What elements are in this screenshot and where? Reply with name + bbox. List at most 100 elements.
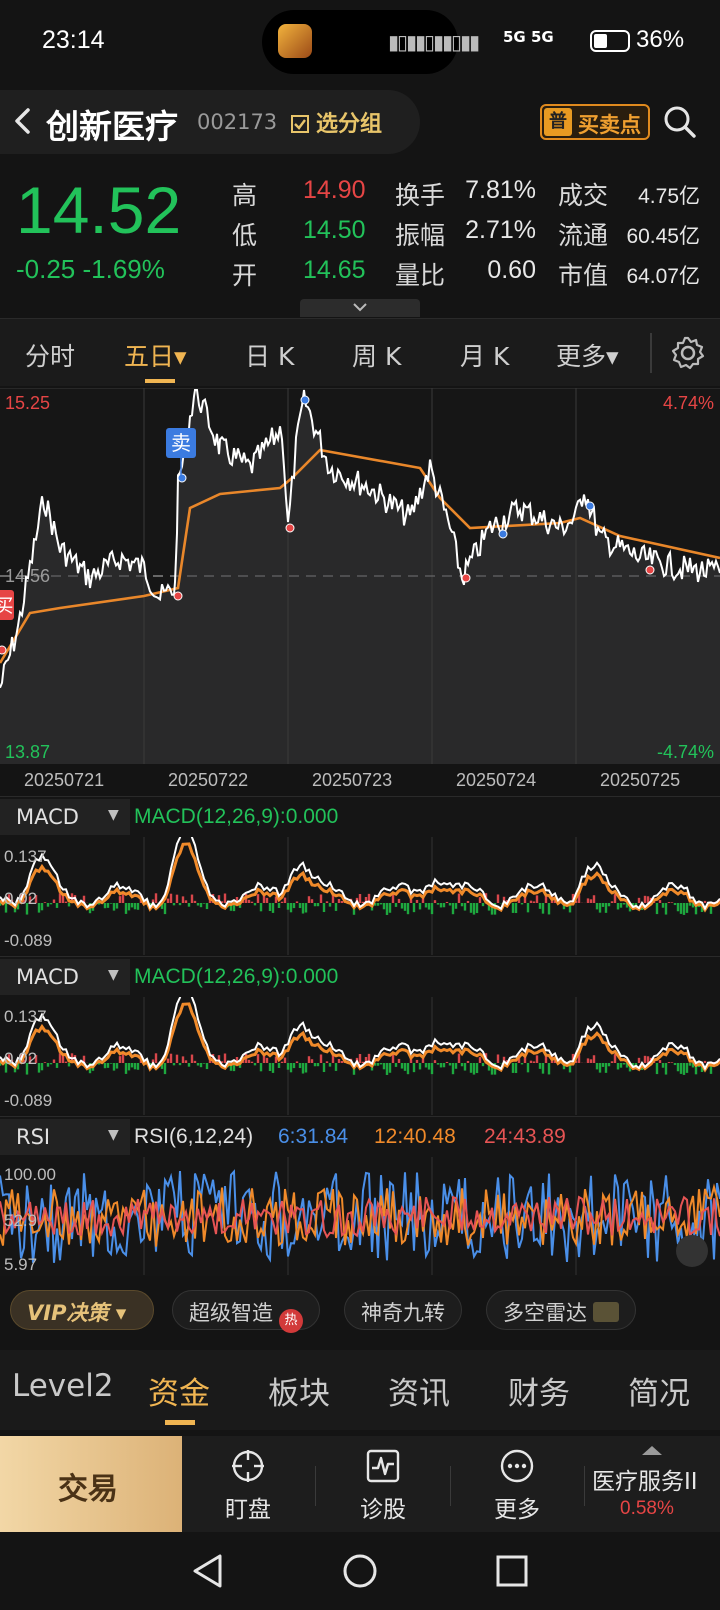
- buy-sell-points-button[interactable]: 普 买卖点: [540, 104, 650, 140]
- rsi-params: RSI(6,12,24): [134, 1125, 254, 1148]
- bs-label: 买卖点: [578, 113, 641, 137]
- nav-back-icon[interactable]: [193, 1554, 222, 1588]
- chart-low-label: 13.87: [5, 742, 51, 762]
- date-label: 20250722: [168, 770, 249, 790]
- gear-icon[interactable]: [670, 335, 706, 371]
- chevron-down-icon: [353, 303, 367, 312]
- macd-panel-2[interactable]: MACD ▼ MACD(12,26,9):0.000 0.137 0.02 -0…: [0, 956, 720, 1115]
- nav-home-icon[interactable]: [343, 1554, 377, 1588]
- buy-marker[interactable]: 买: [0, 590, 14, 620]
- more-button[interactable]: 更多: [462, 1436, 572, 1532]
- tab-daily-k[interactable]: 日 K: [245, 337, 294, 373]
- chart-high-pct: 4.74%: [662, 393, 714, 413]
- trade-dot: [585, 501, 595, 511]
- select-group-label: 选分组: [316, 112, 383, 137]
- indicator-selector[interactable]: MACD ▼: [0, 799, 130, 835]
- rsi-bottom-label: 5.97: [4, 1255, 38, 1274]
- feature-strip: VIP决策 ▾ 超级智造热 神奇九转 多空雷达: [0, 1276, 720, 1340]
- trade-dot: [0, 645, 7, 655]
- stock-header: 创新医疗 002173 选分组: [0, 90, 420, 154]
- status-time: 23:14: [42, 26, 105, 54]
- macd-mid-label: 0.02: [4, 889, 38, 908]
- rsi-chart: [0, 1157, 720, 1275]
- metric-value-volume-ratio: 0.60: [487, 256, 536, 284]
- price-change: -0.25 -1.69%: [16, 254, 165, 284]
- trade-dot: [498, 529, 508, 539]
- metric-label-volume-ratio: 量比: [395, 261, 446, 290]
- macd-bottom-label: -0.089: [4, 931, 53, 950]
- dynamic-island[interactable]: ▮▯▮▮▯▮▮▯▮▮: [262, 10, 480, 74]
- five-day-chart[interactable]: 卖 买: [0, 388, 720, 764]
- dropdown-caret-icon: ▼: [108, 967, 119, 983]
- battery-icon: [590, 30, 630, 52]
- trade-dot: [300, 395, 310, 405]
- rsi6-value: 6:31.84: [278, 1125, 349, 1148]
- tab-monthly-k[interactable]: 月 K: [460, 337, 509, 373]
- expand-quote-toggle[interactable]: [300, 299, 420, 317]
- watch-button[interactable]: 盯盘: [193, 1436, 303, 1532]
- macd-panel-1[interactable]: MACD ▼ MACD(12,26,9):0.000 0.137 0.02 -0…: [0, 796, 720, 955]
- metric-label-amplitude: 振幅: [395, 221, 446, 250]
- tab-five-day[interactable]: 五日▾: [124, 337, 187, 373]
- diagnose-label: 诊股: [360, 1497, 406, 1523]
- fullscreen-icon[interactable]: [676, 1235, 708, 1267]
- bottom-action-bar: 交易 盯盘 诊股 更多 医疗服务II 0.58%: [0, 1436, 720, 1532]
- indicator-name: RSI: [16, 1125, 51, 1149]
- hot-badge-icon: 热: [279, 1309, 303, 1333]
- macd-mid-label: 0.02: [4, 1049, 38, 1068]
- nav-recents-icon[interactable]: [496, 1555, 528, 1587]
- audio-wave-icon: ▮▯▮▮▯▮▮▯▮▮: [388, 30, 480, 54]
- value-label-float-cap: 流通: [558, 221, 609, 250]
- macd-chart: [0, 997, 720, 1115]
- sell-marker-label: 卖: [171, 431, 191, 455]
- tab-more[interactable]: 更多▾: [556, 337, 619, 373]
- search-icon[interactable]: [662, 104, 698, 140]
- chart-high-label: 15.25: [5, 393, 51, 413]
- chip-label: 多空雷达: [503, 1301, 587, 1325]
- value-label-amount: 成交: [558, 181, 609, 210]
- rsi12-value: 12:40.48: [374, 1125, 456, 1148]
- stat-value-open: 14.65: [303, 256, 366, 284]
- bull-bear-radar-chip[interactable]: 多空雷达: [486, 1290, 636, 1330]
- dropdown-caret-icon: ▼: [108, 1127, 119, 1143]
- macd-bottom-label: -0.089: [4, 1091, 53, 1110]
- tab-intraday[interactable]: 分时: [25, 337, 75, 373]
- buy-marker-label: 买: [0, 595, 14, 617]
- select-group-button[interactable]: 选分组: [290, 106, 382, 138]
- tab-weekly-k[interactable]: 周 K: [352, 337, 401, 373]
- macd-chart: [0, 837, 720, 955]
- indicator-selector[interactable]: MACD ▼: [0, 959, 130, 995]
- sector-name[interactable]: 医疗服务II: [592, 1462, 698, 1496]
- trade-dot: [173, 591, 183, 601]
- stat-value-low: 14.50: [303, 216, 366, 244]
- caret-up-icon: [642, 1446, 662, 1455]
- status-bar: 23:14 ▮▯▮▮▯▮▮▯▮▮ 5G 5G 36%: [0, 0, 720, 86]
- date-axis: 20250721 20250722 20250723 20250724 2025…: [0, 766, 720, 796]
- info-tab-active-indicator: [165, 1420, 195, 1425]
- trade-label: 交易: [58, 1472, 118, 1507]
- tab-news[interactable]: 资讯: [388, 1368, 450, 1413]
- vip-decision-button[interactable]: VIP决策 ▾: [10, 1290, 154, 1330]
- tab-finance[interactable]: 财务: [508, 1368, 570, 1413]
- dropdown-caret-icon: ▼: [108, 807, 119, 823]
- tab-sector[interactable]: 板块: [268, 1368, 330, 1413]
- magic-nine-chip[interactable]: 神奇九转: [344, 1290, 462, 1330]
- super-smart-chip[interactable]: 超级智造热: [172, 1290, 320, 1333]
- metric-label-turnover: 换手: [395, 181, 446, 210]
- stat-value-high: 14.90: [303, 176, 366, 204]
- tab-profile[interactable]: 简况: [628, 1368, 690, 1413]
- indicator-selector[interactable]: RSI ▼: [0, 1119, 130, 1155]
- chip-label: 超级智造: [189, 1301, 273, 1325]
- back-icon[interactable]: [8, 104, 38, 138]
- macd-top-label: 0.137: [4, 847, 47, 866]
- diagnose-button[interactable]: 诊股: [328, 1436, 438, 1532]
- macd-top-label: 0.137: [4, 1007, 47, 1026]
- trade-dot: [645, 565, 655, 575]
- current-price: 14.52: [16, 173, 182, 247]
- rsi-panel[interactable]: RSI ▼ RSI(6,12,24) 6:31.84 12:40.48 24:4…: [0, 1116, 720, 1276]
- value-amount: 4.75亿: [638, 185, 700, 208]
- tab-funds[interactable]: 资金: [148, 1368, 210, 1413]
- trade-dot: [461, 573, 471, 583]
- trade-button[interactable]: 交易: [0, 1436, 182, 1532]
- tab-level2[interactable]: Level2: [12, 1368, 114, 1404]
